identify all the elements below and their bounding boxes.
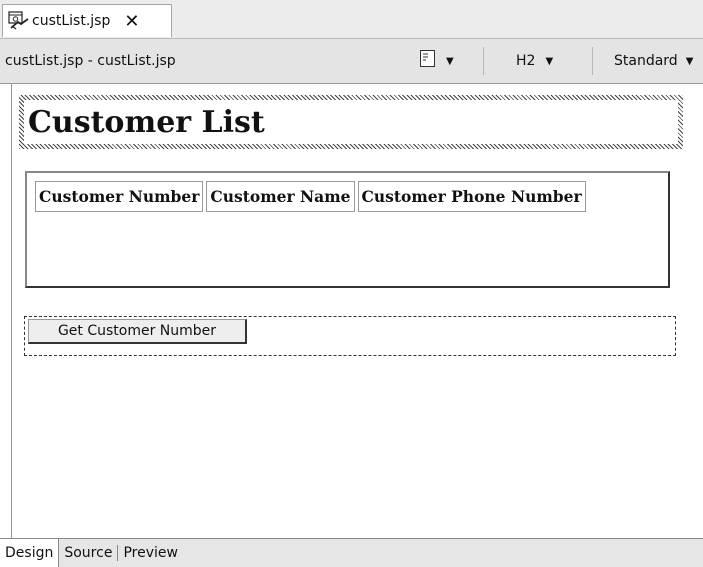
column-header-customer-phone[interactable]: Customer Phone Number xyxy=(357,181,586,212)
paragraph-format-icon xyxy=(420,50,436,72)
page-title: Customer List xyxy=(28,105,265,140)
editor-toolbar: custList.jsp - custList.jsp ▼ H2 ▼ Stand… xyxy=(0,39,703,84)
editor-tab-custlist[interactable]: custList.jsp ✕ xyxy=(2,4,172,37)
tab-design[interactable]: Design xyxy=(0,539,60,567)
column-header-customer-name[interactable]: Customer Name xyxy=(206,181,355,212)
table-header-row: Customer Number Customer Name Customer P… xyxy=(35,181,586,212)
heading-selection-box[interactable]: Customer List xyxy=(19,95,683,149)
font-select-value: Standard xyxy=(614,53,678,69)
close-icon[interactable]: ✕ xyxy=(124,11,139,32)
get-customer-number-button[interactable]: Get Customer Number xyxy=(28,319,247,344)
toolbar-separator xyxy=(483,47,484,75)
style-select[interactable]: H2 ▼ xyxy=(516,47,553,75)
font-select[interactable]: Standard ▼ xyxy=(614,47,693,75)
chevron-down-icon: ▼ xyxy=(685,55,694,67)
chevron-down-icon: ▼ xyxy=(446,55,454,67)
file-path-label: custList.jsp - custList.jsp xyxy=(5,53,176,69)
tab-preview[interactable]: Preview xyxy=(118,545,183,561)
paragraph-format-button[interactable]: ▼ xyxy=(420,47,454,75)
editor-tab-bar: custList.jsp ✕ xyxy=(0,0,703,39)
column-header-customer-number[interactable]: Customer Number xyxy=(35,181,204,212)
tab-title: custList.jsp xyxy=(32,13,111,29)
chevron-down-icon: ▼ xyxy=(545,55,554,67)
toolbar-separator xyxy=(592,47,593,75)
style-select-value: H2 xyxy=(516,53,536,69)
tab-source[interactable]: Source xyxy=(59,545,117,561)
customer-table-container[interactable]: Customer Number Customer Name Customer P… xyxy=(25,171,670,288)
customer-table[interactable]: Customer Number Customer Name Customer P… xyxy=(32,178,589,215)
form-container[interactable]: Get Customer Number xyxy=(24,316,676,356)
jsp-file-icon xyxy=(8,11,30,31)
editor-mode-tabs: Design Source Preview xyxy=(0,538,703,567)
design-canvas[interactable]: Customer List Customer Number Customer N… xyxy=(11,84,703,538)
